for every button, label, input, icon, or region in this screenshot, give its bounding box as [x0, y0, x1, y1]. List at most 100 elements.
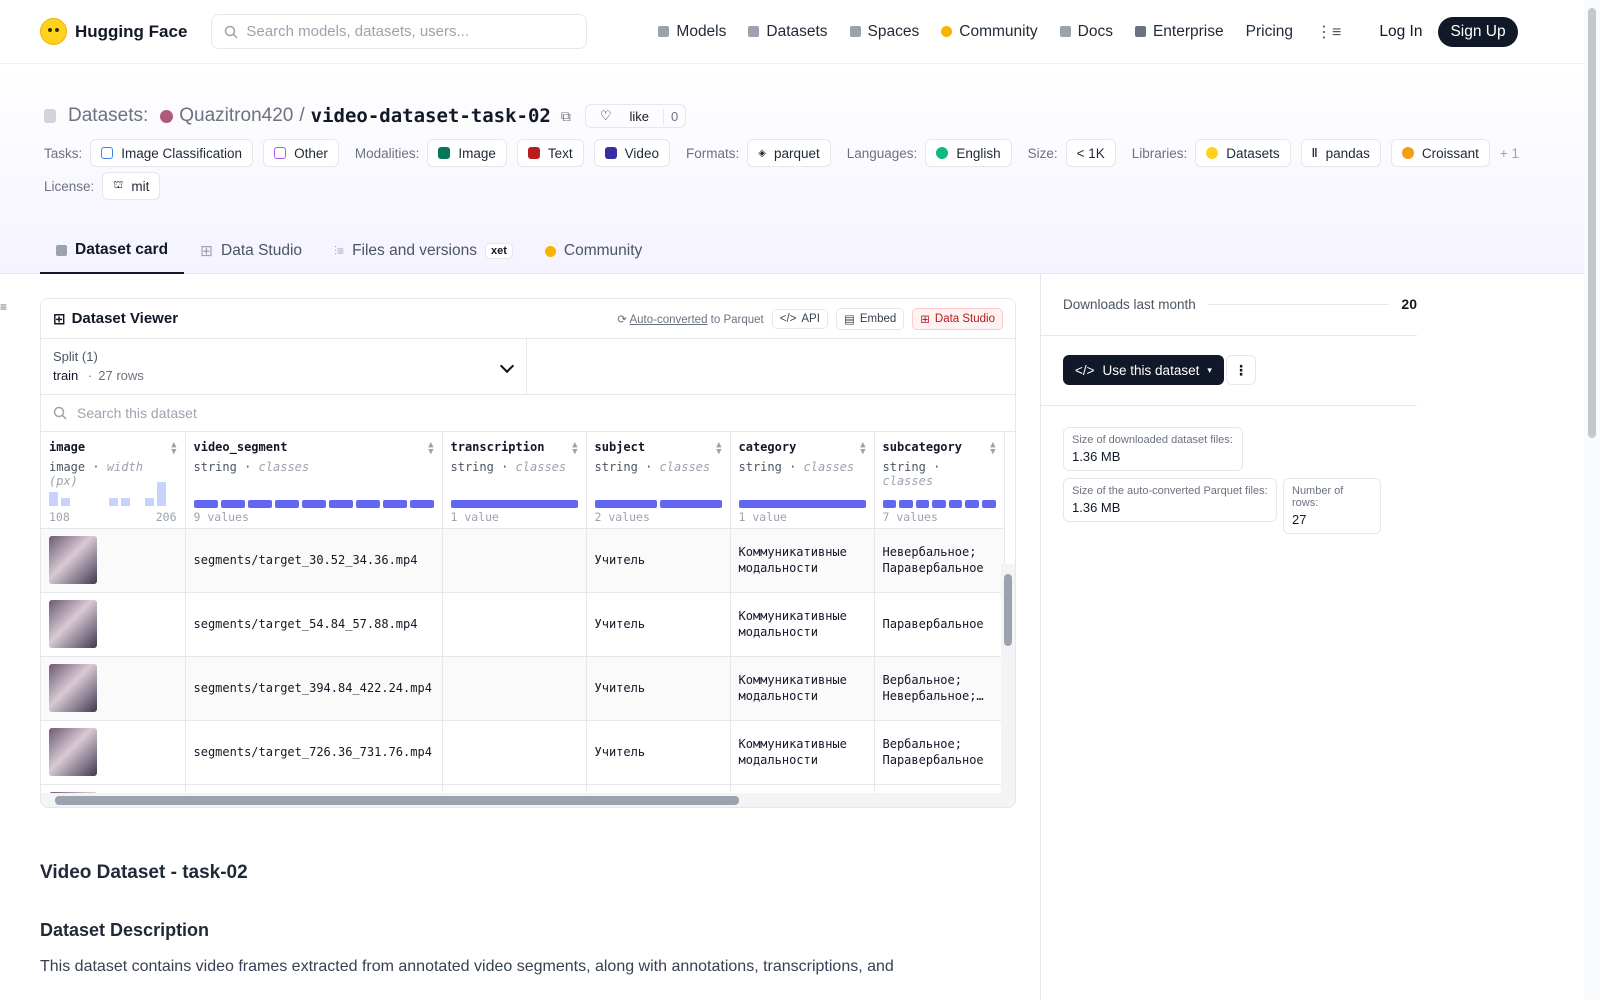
- api-button[interactable]: </> API: [771, 308, 828, 329]
- video-segment-cell[interactable]: segments/target_54.84_57.88.mp4: [185, 592, 443, 657]
- table-row[interactable]: segments/target_54.84_57.88.mp4 Учитель Ко…: [41, 592, 1005, 657]
- tag-row-1: Tasks: Image Classification Other Modali…: [44, 139, 1521, 167]
- histogram-bar: [121, 498, 130, 506]
- image-modality-icon: [438, 147, 451, 159]
- data-studio-button[interactable]: ⊞ Data Studio: [912, 307, 1003, 330]
- transcription-cell[interactable]: [442, 528, 587, 593]
- tab-community[interactable]: Community: [529, 228, 658, 274]
- table-row[interactable]: segments/target_394.84_422.24.mp4 Учитель…: [41, 656, 1005, 721]
- column-header-subcategory[interactable]: subcategory string · classes ▲ ▼ 7 values: [874, 432, 1005, 529]
- sort-icon[interactable]: ▲ ▼: [990, 441, 995, 457]
- column-header-transcription[interactable]: transcription string · classes ▲ ▼ 1 value: [442, 432, 587, 529]
- column-header-image[interactable]: image image · width (px) ▲ ▼ 108 206: [41, 432, 186, 529]
- repo-owner[interactable]: Quazitron420: [179, 105, 293, 127]
- category-cell[interactable]: Коммуникативные модальности: [730, 720, 875, 785]
- login-button[interactable]: Log In: [1369, 23, 1432, 41]
- page-scrollbar[interactable]: [1584, 0, 1600, 1000]
- sort-icon[interactable]: ▲ ▼: [572, 441, 577, 457]
- sort-icon[interactable]: ▲ ▼: [171, 441, 176, 457]
- languages-label: Languages:: [846, 145, 918, 161]
- column-header-video-segment[interactable]: video_segment string · classes ▲ ▼ 9 values: [185, 432, 443, 529]
- signup-button[interactable]: Sign Up: [1438, 16, 1518, 47]
- copy-icon[interactable]: ⧉: [561, 108, 571, 125]
- tab-dataset-card[interactable]: Dataset card: [40, 228, 185, 274]
- nav-pricing[interactable]: Pricing: [1235, 23, 1304, 41]
- nav-docs[interactable]: Docs: [1049, 23, 1124, 41]
- horizontal-scrollbar[interactable]: [41, 793, 1015, 807]
- subcategory-cell[interactable]: Невербальное; Паравербальное: [874, 528, 1005, 593]
- nav-community[interactable]: Community: [930, 23, 1048, 41]
- tab-data-studio[interactable]: ⊞ Data Studio: [184, 228, 318, 274]
- class-distribution-bar: [738, 499, 866, 508]
- split-selector[interactable]: Split (1) train · 27 rows: [41, 339, 527, 394]
- image-cell[interactable]: [41, 528, 186, 593]
- sort-icon[interactable]: ▲ ▼: [860, 441, 865, 457]
- nav-more-menu-icon[interactable]: ⋮≡: [1304, 22, 1353, 42]
- tag-english[interactable]: English: [925, 139, 1012, 167]
- subject-cell[interactable]: Учитель: [586, 592, 731, 657]
- sort-icon[interactable]: ▲ ▼: [716, 441, 721, 457]
- subcategory-cell[interactable]: Вербальное; Невербальное;…: [874, 656, 1005, 721]
- transcription-cell[interactable]: [442, 656, 587, 721]
- tag-image[interactable]: Image: [427, 139, 507, 167]
- image-cell[interactable]: [41, 720, 186, 785]
- thumbnail-image[interactable]: [49, 536, 97, 584]
- tag-parquet[interactable]: ◈ parquet: [747, 139, 831, 167]
- card-description: This dataset contains video frames extra…: [40, 958, 894, 975]
- table-row[interactable]: segments/target_30.52_34.36.mp4 Учитель Ко…: [41, 528, 1005, 593]
- video-segment-cell[interactable]: segments/target_30.52_34.36.mp4: [185, 528, 443, 593]
- book-icon: [1059, 26, 1071, 37]
- nav-datasets[interactable]: Datasets: [737, 23, 838, 41]
- thumbnail-image[interactable]: [49, 600, 97, 648]
- sidebar-toggle-icon[interactable]: ≡: [0, 300, 7, 314]
- tag-datasets-lib[interactable]: Datasets: [1195, 139, 1291, 167]
- nav-models[interactable]: Models: [647, 23, 737, 41]
- like-button[interactable]: ♡ like 0: [584, 104, 687, 128]
- transcription-cell[interactable]: [442, 720, 587, 785]
- image-cell[interactable]: [41, 592, 186, 657]
- nav-enterprise[interactable]: Enterprise: [1124, 23, 1235, 41]
- nav-spaces[interactable]: Spaces: [839, 23, 931, 41]
- top-navbar: Hugging Face Search models, datasets, us…: [0, 0, 1584, 64]
- global-search-input[interactable]: Search models, datasets, users...: [211, 14, 588, 49]
- tag-license[interactable]: ⛫ mit: [102, 172, 161, 200]
- dataset-search-input[interactable]: Search this dataset: [41, 395, 1015, 432]
- column-header-subject[interactable]: subject string · classes ▲ ▼ 2 values: [586, 432, 731, 529]
- tag-other[interactable]: Other: [263, 139, 339, 167]
- subcategory-cell[interactable]: Вербальное; Паравербальное: [874, 720, 1005, 785]
- tag-video[interactable]: Video: [593, 139, 670, 167]
- column-header-category[interactable]: category string · classes ▲ ▼ 1 value: [730, 432, 875, 529]
- category-cell[interactable]: Коммуникативные модальности: [730, 592, 875, 657]
- vertical-scrollbar[interactable]: [1001, 564, 1015, 798]
- tag-croissant[interactable]: Croissant: [1390, 139, 1490, 167]
- embed-button[interactable]: ▤ Embed: [835, 307, 905, 330]
- category-cell[interactable]: Коммуникативные модальности: [730, 528, 875, 593]
- tag-text[interactable]: Text: [516, 139, 584, 167]
- image-cell[interactable]: [41, 656, 186, 721]
- tag-size[interactable]: < 1K: [1065, 139, 1116, 167]
- repo-name[interactable]: video-dataset-task-02: [311, 105, 551, 127]
- split-label: Split (1): [53, 349, 98, 364]
- thumbnail-image[interactable]: [49, 664, 97, 712]
- table-row[interactable]: segments/target_726.36_731.76.mp4 Учитель…: [41, 720, 1005, 785]
- transcription-cell[interactable]: [442, 592, 587, 657]
- hist-min: 108: [49, 509, 70, 524]
- subject-cell[interactable]: Учитель: [586, 528, 731, 593]
- text-modality-icon: [527, 147, 540, 159]
- video-segment-cell[interactable]: segments/target_726.36_731.76.mp4: [185, 720, 443, 785]
- logo[interactable]: Hugging Face: [40, 18, 187, 45]
- search-icon: [225, 25, 238, 39]
- libraries-more[interactable]: + 1: [1500, 146, 1519, 161]
- subject-cell[interactable]: Учитель: [586, 656, 731, 721]
- tab-files-and-versions[interactable]: ⫶≡ Files and versions xet: [318, 228, 529, 274]
- category-cell[interactable]: Коммуникативные модальности: [730, 656, 875, 721]
- tag-pandas[interactable]: ‖ pandas: [1300, 139, 1381, 167]
- video-segment-cell[interactable]: segments/target_394.84_422.24.mp4: [185, 656, 443, 721]
- subject-cell[interactable]: Учитель: [586, 720, 731, 785]
- tag-image-classification[interactable]: Image Classification: [90, 139, 254, 167]
- thumbnail-image[interactable]: [49, 728, 97, 776]
- sort-icon[interactable]: ▲ ▼: [428, 441, 433, 457]
- subcategory-cell[interactable]: Паравербальное: [874, 592, 1005, 657]
- use-this-dataset-button[interactable]: </> Use this dataset ▾: [1063, 355, 1224, 385]
- more-options-button[interactable]: ⋮: [1226, 355, 1256, 385]
